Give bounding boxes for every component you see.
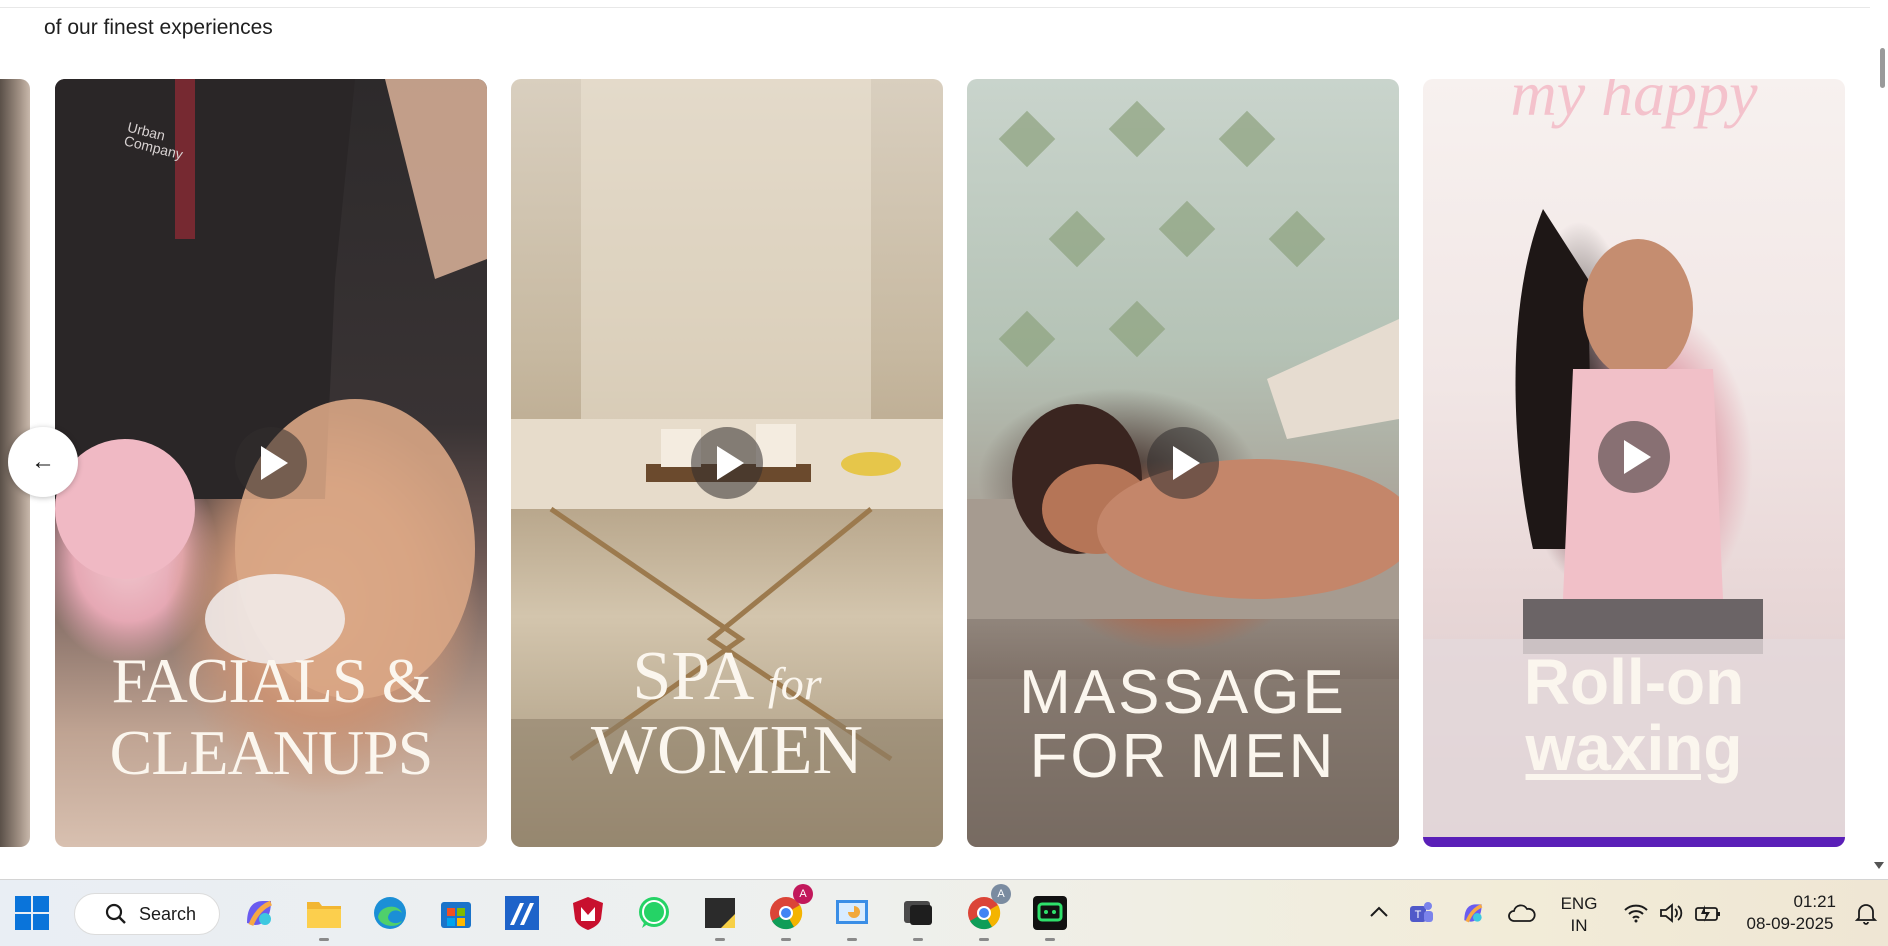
tray-volume[interactable] — [1656, 898, 1688, 928]
play-button[interactable] — [1598, 421, 1670, 493]
taskbar-store[interactable] — [435, 892, 477, 934]
card-title-line1: MASSAGE — [1019, 658, 1347, 727]
clock-date: 08-09-2025 — [1746, 914, 1834, 933]
carousel-card-facials[interactable]: Urban Company FACIALS & CLEANUPS — [55, 79, 487, 847]
store-icon — [441, 902, 471, 928]
running-indicator — [979, 938, 989, 941]
start-button[interactable] — [11, 892, 53, 934]
running-indicator — [319, 938, 329, 941]
taskbar-terminal[interactable] — [897, 892, 939, 941]
section-divider — [0, 7, 1870, 8]
carousel-card-massage-men[interactable]: MASSAGE FOR MEN — [967, 79, 1399, 847]
taskbar-sticky-notes[interactable] — [699, 892, 741, 941]
carousel-card-spa-women[interactable]: SPA for WOMEN — [511, 79, 943, 847]
neon-sign-text: my happy — [1510, 79, 1758, 129]
cloud-icon — [1508, 904, 1536, 922]
windows-taskbar: Search A A T ENG IN 01:21 08-09-2025 — [0, 879, 1888, 946]
taskbar-search[interactable]: Search — [74, 893, 220, 935]
card-title-line1: Roll-on — [1523, 646, 1745, 718]
carousel-prev-button[interactable]: ← — [8, 427, 78, 497]
edge-browser-icon — [374, 897, 406, 929]
taskbar-control-panel[interactable] — [831, 892, 873, 941]
windows-logo-icon — [15, 896, 49, 930]
card-accent-bar — [1423, 837, 1845, 847]
tray-wifi[interactable] — [1620, 898, 1652, 928]
taskbar-file-explorer[interactable] — [303, 892, 345, 941]
page-scrollbar[interactable] — [1870, 0, 1888, 879]
control-panel-icon — [836, 900, 868, 924]
svg-text:T: T — [1415, 909, 1422, 921]
clock[interactable]: 01:21 08-09-2025 — [1740, 891, 1840, 935]
card-title-line2: FOR MEN — [1029, 722, 1337, 791]
card-title-line1: FACIALS & — [111, 645, 432, 716]
app-icon — [505, 896, 539, 930]
copilot-icon — [247, 900, 273, 926]
battery-charging-icon — [1695, 905, 1720, 922]
copilot-icon — [1464, 904, 1483, 923]
profile-badge: A — [991, 884, 1011, 904]
sticky-notes-icon — [705, 898, 735, 928]
app-icon — [1033, 896, 1067, 930]
tray-copilot[interactable] — [1456, 896, 1490, 930]
taskbar-app-green[interactable] — [1029, 892, 1071, 941]
language-code: ENG — [1560, 894, 1598, 913]
taskbar-chrome-profile-a[interactable]: A — [765, 884, 813, 941]
region-code: IN — [1570, 916, 1588, 935]
window-switcher-icon — [904, 901, 932, 925]
running-indicator — [913, 938, 923, 941]
clock-time: 01:21 — [1793, 892, 1836, 911]
card-title-spa: SPA — [632, 638, 751, 715]
wifi-icon — [1624, 904, 1648, 923]
scrollbar-thumb[interactable] — [1880, 48, 1885, 88]
search-icon — [105, 903, 126, 924]
search-label: Search — [139, 903, 197, 924]
section-subtitle: of our finest experiences — [44, 16, 273, 39]
arrow-left-icon: ← — [31, 448, 55, 475]
taskbar-whatsapp[interactable] — [633, 892, 675, 934]
notification-bell-icon — [1854, 904, 1878, 925]
chevron-up-icon — [1370, 906, 1388, 917]
card-title-for: for — [767, 658, 822, 709]
language-indicator[interactable]: ENG IN — [1554, 893, 1604, 937]
volume-icon — [1660, 903, 1683, 923]
teams-icon: T — [1410, 902, 1433, 922]
whatsapp-icon — [639, 897, 669, 928]
play-button[interactable] — [235, 427, 307, 499]
tray-battery[interactable] — [1692, 898, 1724, 928]
mcafee-shield-icon — [573, 897, 603, 930]
scroll-down-arrow-icon[interactable] — [1874, 862, 1884, 869]
running-indicator — [847, 938, 857, 941]
taskbar-edge[interactable] — [369, 892, 411, 934]
running-indicator — [715, 938, 725, 941]
tray-teams[interactable]: T — [1404, 896, 1438, 930]
taskbar-mcafee[interactable] — [567, 892, 609, 934]
tray-onedrive[interactable] — [1505, 896, 1539, 930]
tray-notifications[interactable] — [1850, 898, 1882, 928]
tray-overflow-chevron[interactable] — [1364, 901, 1394, 923]
card-title-line2: CLEANUPS — [109, 717, 434, 788]
card-title-women: WOMEN — [590, 712, 864, 789]
web-page-viewport: of our finest experiences Urban Company … — [0, 0, 1888, 879]
running-indicator — [781, 938, 791, 941]
folder-icon — [307, 902, 341, 928]
play-button[interactable] — [691, 427, 763, 499]
carousel-card-roll-on-waxing[interactable]: my happy Roll-on waxing — [1423, 79, 1845, 847]
taskbar-copilot[interactable] — [238, 892, 280, 934]
taskbar-app-mi[interactable] — [501, 892, 543, 934]
taskbar-chrome-profile-b[interactable]: A — [963, 884, 1011, 941]
card-title-line2: waxing — [1525, 712, 1743, 784]
profile-badge: A — [793, 884, 813, 904]
play-button[interactable] — [1147, 427, 1219, 499]
running-indicator — [1045, 938, 1055, 941]
